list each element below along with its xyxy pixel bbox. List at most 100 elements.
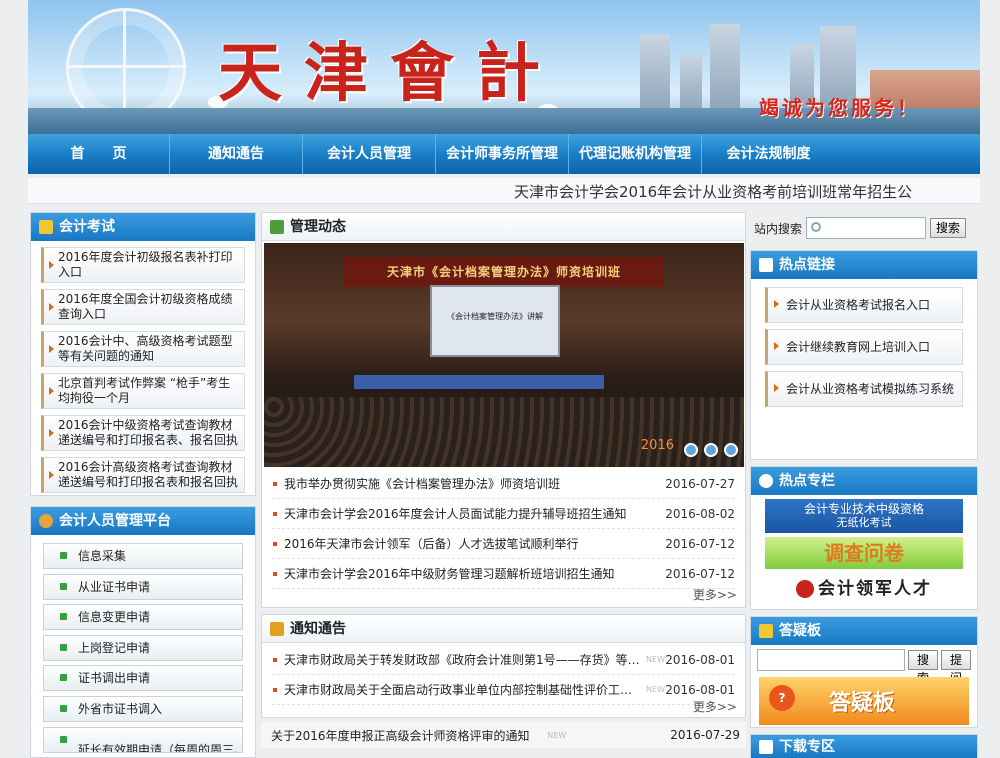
download-panel-header: 下载专区 <box>751 735 977 758</box>
dynamics-panel: 管理动态 天津市《会计档案管理办法》师资培训班 《会计档案管理办法》讲解 201… <box>261 212 746 608</box>
nav-notices[interactable]: 通知通告 <box>170 134 303 174</box>
platform-item-job-registration[interactable]: 上岗登记申请 <box>43 634 243 661</box>
hotlink-continuing-education[interactable]: 会计继续教育网上培训入口 <box>765 329 963 365</box>
news-ticker: 天津市会计学会2016年会计从业资格考前培训班常年招生公 <box>28 178 980 204</box>
qa-search-input[interactable] <box>757 649 905 671</box>
nav-firm-management[interactable]: 会计师事务所管理 <box>436 134 569 174</box>
nav-accountant-management[interactable]: 会计人员管理 <box>303 134 436 174</box>
download-icon <box>759 740 773 754</box>
news-date: 2016-07-12 <box>665 567 735 581</box>
download-panel: 下载专区 <box>750 734 978 758</box>
search-icon <box>811 222 822 232</box>
news-date: 2016-07-12 <box>665 537 735 551</box>
list-item[interactable]: 2016会计高级资格考试查询教材递送编号和打印报名表和报名回执 <box>41 457 245 493</box>
exam-panel: 会计考试 2016年度会计初级报名表补打印入口 2016年度全国会计初级资格成绩… <box>30 212 256 496</box>
platform-item-certificate-apply[interactable]: 从业证书申请 <box>43 573 243 600</box>
qa-banner[interactable]: ? 答疑板 <box>759 677 969 725</box>
site-title: 天津會計 <box>218 36 562 111</box>
new-badge: NEW <box>646 685 665 694</box>
hotlinks-list: 会计从业资格考试报名入口 会计继续教育网上培训入口 会计从业资格考试模拟练习系统 <box>751 279 977 421</box>
platform-item-transfer-out[interactable]: 证书调出申请 <box>43 665 243 692</box>
list-item[interactable]: 北京首判考试作弊案 “枪手”考生均拘役一个月 <box>41 373 245 409</box>
platform-item-transfer-in[interactable]: 外省市证书调入 <box>43 695 243 722</box>
news-title: 天津市财政局关于转发财政部《政府会计准则第1号——存货》等4... <box>284 653 643 667</box>
hotlink-exam-registration[interactable]: 会计从业资格考试报名入口 <box>765 287 963 323</box>
news-title: 2016年天津市会计领军（后备）人才选拔笔试顺利举行 <box>284 537 579 551</box>
news-date: 2016-07-27 <box>665 477 735 491</box>
hot-column-panel: 热点专栏 会计专业技术中级资格 无纸化考试 调查问卷 会计领军人才 <box>750 466 978 610</box>
dynamics-news-list: 我市举办贯彻实施《会计档案管理办法》师资培训班 2016-07-27 天津市会计学… <box>262 467 745 591</box>
notice-extra-row[interactable]: 关于2016年度申报正高级会计师资格评审的通知 NEW 2016-07-29 <box>261 722 746 748</box>
document-icon <box>270 220 284 234</box>
news-title: 天津市会计学会2016年度会计人员面试能力提升辅导班招生通知 <box>284 507 627 521</box>
news-title: 我市举办贯彻实施《会计档案管理办法》师资培训班 <box>284 477 561 491</box>
hotlinks-panel-title: 热点链接 <box>779 257 835 273</box>
qa-banner-label: 答疑板 <box>829 691 896 716</box>
notices-panel: 通知通告 天津市财政局关于转发财政部《政府会计准则第1号——存货》等4... NE… <box>261 614 746 718</box>
news-row[interactable]: 天津市财政局关于转发财政部《政府会计准则第1号——存货》等4... NEW 2016… <box>272 645 735 675</box>
news-title: 关于2016年度申报正高级会计师资格评审的通知 <box>271 728 530 743</box>
ticker-text[interactable]: 天津市会计学会2016年会计从业资格考前培训班常年招生公 <box>514 181 912 202</box>
nav-bookkeeping-agencies[interactable]: 代理记账机构管理 <box>569 134 702 174</box>
ad-survey[interactable]: 调查问卷 <box>765 537 963 569</box>
chart-icon <box>759 258 773 272</box>
qa-search-row: 搜索 提问 <box>751 645 977 685</box>
platform-panel-header: 会计人员管理平台 <box>31 507 255 535</box>
list-item[interactable]: 2016年度全国会计初级资格成绩查询入口 <box>41 289 245 325</box>
download-panel-title: 下载专区 <box>779 739 835 755</box>
hotlink-mock-exam[interactable]: 会计从业资格考试模拟练习系统 <box>765 371 963 407</box>
page: 天津會計 竭诚为您服务！ 首 页 通知通告 会计人员管理 会计师事务所管理 代理… <box>28 0 980 758</box>
slide-dot-3[interactable] <box>724 443 738 457</box>
site-search: 站内搜索 搜索 <box>750 212 978 244</box>
platform-item-info-change[interactable]: 信息变更申请 <box>43 604 243 631</box>
search-input[interactable] <box>806 217 927 239</box>
news-row[interactable]: 2016年天津市会计领军（后备）人才选拔笔试顺利举行 2016-07-12 <box>272 529 735 559</box>
qa-panel-title: 答疑板 <box>779 623 821 639</box>
news-row[interactable]: 天津市会计学会2016年度会计人员面试能力提升辅导班招生通知 2016-08-02 <box>272 499 735 529</box>
news-row[interactable]: 天津市财政局关于全面启动行政事业单位内部控制基础性评价工作的... NEW 2016… <box>272 675 735 705</box>
platform-list: 信息采集 从业证书申请 信息变更申请 上岗登记申请 证书调出申请 外省市证书调入… <box>31 535 255 758</box>
exam-panel-header: 会计考试 <box>31 213 255 241</box>
ad-leader-talent[interactable]: 会计领军人才 <box>765 573 963 605</box>
platform-item-extend-validity[interactable]: 延长有效期申请（每周的周三、周 <box>43 726 243 753</box>
book-icon <box>39 220 53 234</box>
slide-banner-text: 天津市《会计档案管理办法》师资培训班 <box>344 257 664 287</box>
news-row[interactable]: 我市举办贯彻实施《会计档案管理办法》师资培训班 2016-07-27 <box>272 469 735 499</box>
photo-slideshow[interactable]: 天津市《会计档案管理办法》师资培训班 《会计档案管理办法》讲解 2016 <box>264 243 744 467</box>
news-title: 天津市财政局关于全面启动行政事业单位内部控制基础性评价工作的... <box>284 683 643 697</box>
platform-item-info-collection[interactable]: 信息采集 <box>43 543 243 569</box>
site-slogan: 竭诚为您服务！ <box>759 96 920 120</box>
news-title: 天津市会计学会2016年中级财务管理习题解析班培训招生通知 <box>284 567 615 581</box>
main-nav: 首 页 通知通告 会计人员管理 会计师事务所管理 代理记账机构管理 会计法规制度 <box>28 134 980 174</box>
notices-more-link[interactable]: 更多>> <box>693 699 743 715</box>
ad-intermediate-exam[interactable]: 会计专业技术中级资格 无纸化考试 <box>765 499 963 533</box>
slide-dot-2[interactable] <box>704 443 718 457</box>
dynamics-more-link[interactable]: 更多>> <box>693 587 743 603</box>
platform-panel-title: 会计人员管理平台 <box>59 513 171 529</box>
notices-list: 天津市财政局关于转发财政部《政府会计准则第1号——存货》等4... NEW 2016… <box>262 643 745 707</box>
list-item[interactable]: 2016会计中级资格考试查询教材递送编号和打印报名表、报名回执 <box>41 415 245 451</box>
question-icon: ? <box>769 685 795 711</box>
qa-ask-button[interactable]: 提问 <box>941 650 971 685</box>
slide-dot-1[interactable] <box>684 443 698 457</box>
notices-panel-title: 通知通告 <box>290 621 346 637</box>
nav-regulations[interactable]: 会计法规制度 <box>702 134 835 174</box>
nav-home[interactable]: 首 页 <box>28 134 170 174</box>
hotlinks-panel: 热点链接 会计从业资格考试报名入口 会计继续教育网上培训入口 会计从业资格考试模… <box>750 250 978 460</box>
list-item[interactable]: 2016年度会计初级报名表补打印入口 <box>41 247 245 283</box>
ad-line: 会计专业技术中级资格 <box>803 502 924 516</box>
search-button[interactable]: 搜索 <box>930 218 967 238</box>
qa-panel: 答疑板 搜索 提问 ? 答疑板 <box>750 616 978 728</box>
slide-year: 2016 <box>640 438 674 453</box>
search-field-wrap <box>806 217 927 239</box>
dynamics-panel-title: 管理动态 <box>290 219 346 235</box>
list-item[interactable]: 2016会计中、高级资格考试题型等有关问题的通知 <box>41 331 245 367</box>
dynamics-panel-header: 管理动态 <box>262 213 745 241</box>
notices-panel-header: 通知通告 <box>262 615 745 643</box>
qa-panel-header: 答疑板 <box>751 617 977 645</box>
news-row[interactable]: 天津市会计学会2016年中级财务管理习题解析班培训招生通知 2016-07-12 <box>272 559 735 589</box>
user-icon <box>39 514 53 528</box>
leader-logo-icon <box>796 580 814 598</box>
slide-audience <box>264 397 744 467</box>
qa-search-button[interactable]: 搜索 <box>908 650 938 685</box>
